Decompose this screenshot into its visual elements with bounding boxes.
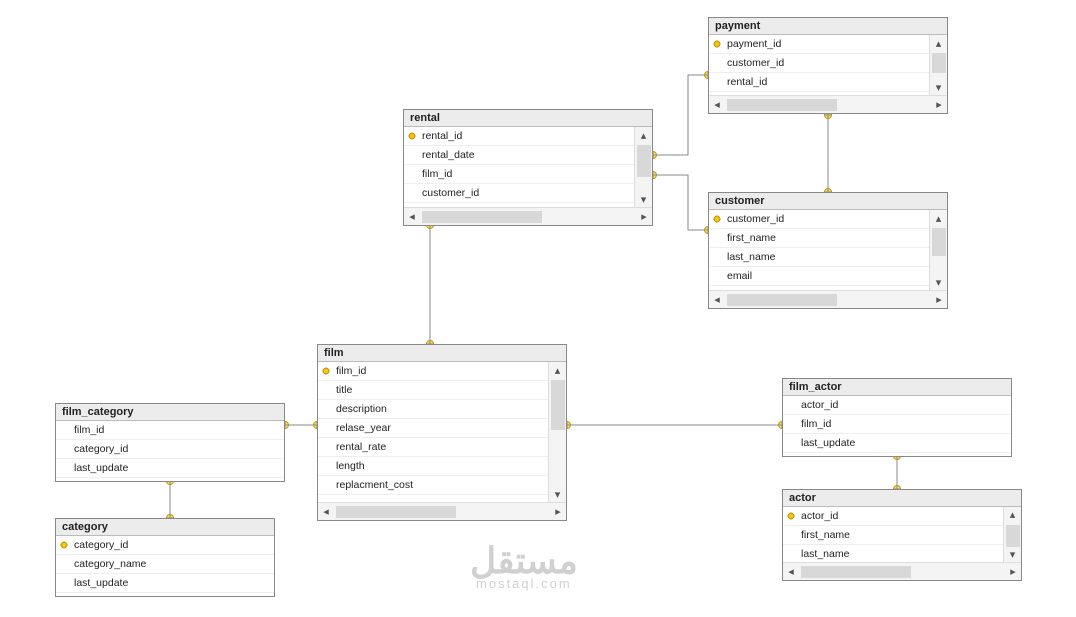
table-title-film_actor[interactable]: film_actor [783, 379, 1011, 396]
vscroll-actor[interactable]: ▴▾ [1003, 507, 1021, 562]
column-rental-film_id[interactable]: film_id [404, 165, 634, 184]
column-film-film_id[interactable]: film_id [318, 362, 548, 381]
column-payment-rental_id[interactable]: rental_id [709, 73, 929, 92]
column-film_actor-film_id[interactable]: film_id [783, 415, 1011, 434]
scroll-up-icon[interactable]: ▴ [1005, 507, 1021, 523]
vscroll-thumb[interactable] [932, 228, 946, 256]
relation-rental-customer [653, 175, 708, 230]
table-film[interactable]: filmfilm_idtitledescriptionrelase_yearre… [317, 344, 567, 521]
table-title-film[interactable]: film [318, 345, 566, 362]
scroll-right-icon[interactable]: ▸ [931, 292, 947, 308]
column-category-category_name[interactable]: category_name [56, 555, 274, 574]
column-rental-customer_id[interactable]: customer_id [404, 184, 634, 203]
table-actor[interactable]: actoractor_idfirst_namelast_name▴▾◂▸ [782, 489, 1022, 581]
column-film_category-category_id[interactable]: category_id [56, 440, 284, 459]
scroll-right-icon[interactable]: ▸ [636, 209, 652, 225]
scroll-down-icon[interactable]: ▾ [931, 79, 947, 95]
column-rental-rental_id[interactable]: rental_id [404, 127, 634, 146]
vscroll-customer[interactable]: ▴▾ [929, 210, 947, 290]
column-actor-last_name[interactable]: last_name [783, 545, 1003, 562]
vscroll-film[interactable]: ▴▾ [548, 362, 566, 502]
column-actor-actor_id[interactable]: actor_id [783, 507, 1003, 526]
hscroll-customer[interactable]: ◂▸ [709, 290, 947, 308]
table-title-actor[interactable]: actor [783, 490, 1021, 507]
table-customer[interactable]: customercustomer_idfirst_namelast_nameem… [708, 192, 948, 309]
column-category-last_update[interactable]: last_update [56, 574, 274, 593]
table-title-payment[interactable]: payment [709, 18, 947, 35]
column-customer-last_name[interactable]: last_name [709, 248, 929, 267]
table-title-customer[interactable]: customer [709, 193, 947, 210]
column-film_category-last_update[interactable]: last_update [56, 459, 284, 478]
vscroll-rental[interactable]: ▴▾ [634, 127, 652, 207]
watermark-latin: mostaql.com [470, 576, 578, 591]
vscroll-thumb[interactable] [1006, 525, 1020, 547]
table-title-rental[interactable]: rental [404, 110, 652, 127]
table-rental[interactable]: rentalrental_idrental_datefilm_idcustome… [403, 109, 653, 226]
column-customer-customer_id[interactable]: customer_id [709, 210, 929, 229]
relation-payment-rental [653, 75, 708, 155]
hscroll-thumb[interactable] [801, 566, 911, 578]
scroll-left-icon[interactable]: ◂ [783, 564, 799, 580]
scroll-right-icon[interactable]: ▸ [1005, 564, 1021, 580]
columns-payment: payment_idcustomer_idrental_id▴▾ [709, 35, 947, 95]
column-customer-email[interactable]: email [709, 267, 929, 286]
column-film-title[interactable]: title [318, 381, 548, 400]
column-rental-rental_date[interactable]: rental_date [404, 146, 634, 165]
columns-actor: actor_idfirst_namelast_name▴▾ [783, 507, 1021, 562]
scroll-up-icon[interactable]: ▴ [931, 35, 947, 51]
columns-customer: customer_idfirst_namelast_nameemail▴▾ [709, 210, 947, 290]
scroll-up-icon[interactable]: ▴ [931, 210, 947, 226]
hscroll-rental[interactable]: ◂▸ [404, 207, 652, 225]
table-title-category[interactable]: category [56, 519, 274, 536]
hscroll-thumb[interactable] [422, 211, 542, 223]
scroll-left-icon[interactable]: ◂ [404, 209, 420, 225]
hscroll-payment[interactable]: ◂▸ [709, 95, 947, 113]
vscroll-thumb[interactable] [932, 53, 946, 73]
column-payment-payment_id[interactable]: payment_id [709, 35, 929, 54]
hscroll-actor[interactable]: ◂▸ [783, 562, 1021, 580]
column-film-replacment_cost[interactable]: replacment_cost [318, 476, 548, 495]
watermark: مستقل mostaql.com [470, 540, 578, 591]
scroll-up-icon[interactable]: ▴ [550, 362, 566, 378]
columns-category: category_idcategory_namelast_update [56, 536, 274, 596]
column-payment-customer_id[interactable]: customer_id [709, 54, 929, 73]
column-film-description[interactable]: description [318, 400, 548, 419]
scroll-right-icon[interactable]: ▸ [550, 504, 566, 520]
scroll-down-icon[interactable]: ▾ [1005, 547, 1021, 563]
column-film_category-film_id[interactable]: film_id [56, 421, 284, 440]
scroll-right-icon[interactable]: ▸ [931, 97, 947, 113]
column-customer-first_name[interactable]: first_name [709, 229, 929, 248]
scroll-left-icon[interactable]: ◂ [709, 97, 725, 113]
table-title-film_category[interactable]: film_category [56, 404, 284, 421]
vscroll-thumb[interactable] [551, 380, 565, 430]
scroll-down-icon[interactable]: ▾ [636, 191, 652, 207]
hscroll-film[interactable]: ◂▸ [318, 502, 566, 520]
column-film-length[interactable]: length [318, 457, 548, 476]
vscroll-thumb[interactable] [637, 145, 651, 177]
scroll-down-icon[interactable]: ▾ [550, 486, 566, 502]
column-film-relase_year[interactable]: relase_year [318, 419, 548, 438]
column-category-category_id[interactable]: category_id [56, 536, 274, 555]
columns-film: film_idtitledescriptionrelase_yearrental… [318, 362, 566, 502]
scroll-left-icon[interactable]: ◂ [318, 504, 334, 520]
columns-film_actor: actor_idfilm_idlast_update [783, 396, 1011, 456]
scroll-left-icon[interactable]: ◂ [709, 292, 725, 308]
hscroll-thumb[interactable] [336, 506, 456, 518]
scroll-down-icon[interactable]: ▾ [931, 274, 947, 290]
table-film_category[interactable]: film_categoryfilm_idcategory_idlast_upda… [55, 403, 285, 482]
vscroll-payment[interactable]: ▴▾ [929, 35, 947, 95]
table-film_actor[interactable]: film_actoractor_idfilm_idlast_update [782, 378, 1012, 457]
hscroll-thumb[interactable] [727, 294, 837, 306]
column-film_actor-last_update[interactable]: last_update [783, 434, 1011, 453]
column-film-rental_rate[interactable]: rental_rate [318, 438, 548, 457]
table-payment[interactable]: paymentpayment_idcustomer_idrental_id▴▾◂… [708, 17, 948, 114]
columns-rental: rental_idrental_datefilm_idcustomer_id▴▾ [404, 127, 652, 207]
table-category[interactable]: categorycategory_idcategory_namelast_upd… [55, 518, 275, 597]
columns-film_category: film_idcategory_idlast_update [56, 421, 284, 481]
column-film_actor-actor_id[interactable]: actor_id [783, 396, 1011, 415]
hscroll-thumb[interactable] [727, 99, 837, 111]
scroll-up-icon[interactable]: ▴ [636, 127, 652, 143]
column-actor-first_name[interactable]: first_name [783, 526, 1003, 545]
